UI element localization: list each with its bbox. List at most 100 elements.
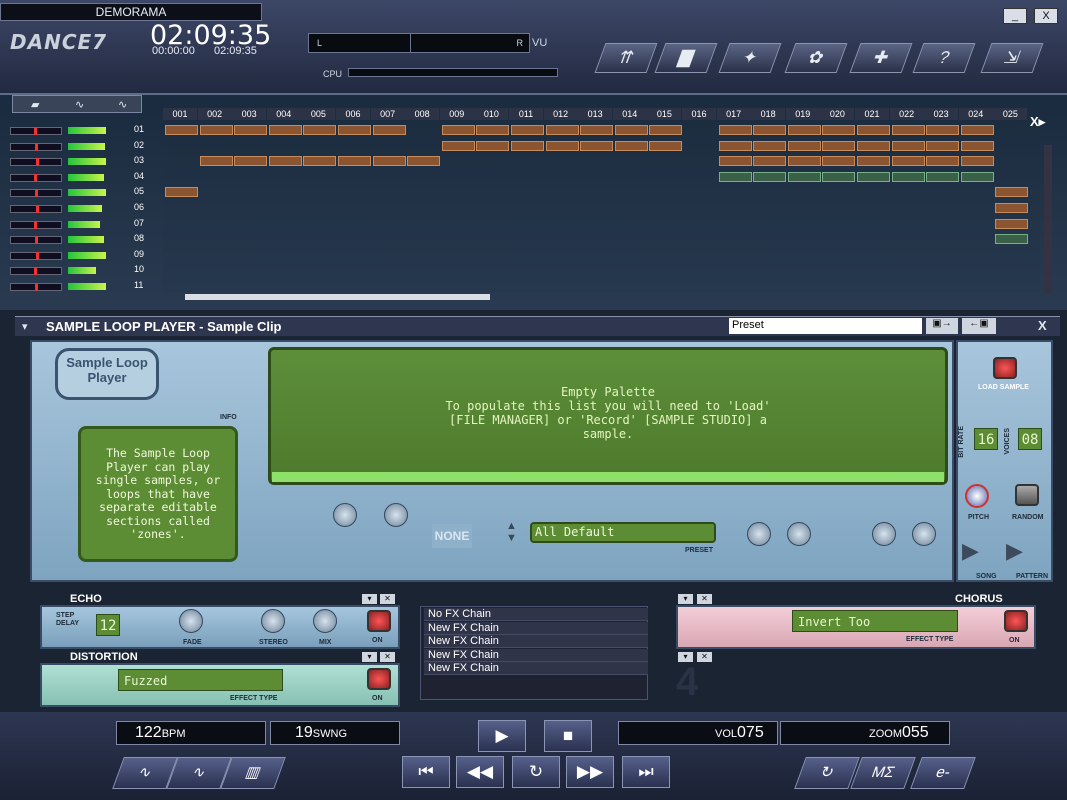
pattern-clip[interactable] (441, 125, 475, 135)
track-level[interactable] (68, 158, 106, 166)
column-header[interactable]: 014 (612, 108, 647, 120)
load-sample-button[interactable] (993, 357, 1017, 379)
column-header[interactable]: 020 (820, 108, 855, 120)
column-header[interactable]: 024 (958, 108, 993, 120)
chorus-close-icon[interactable]: ✕ (697, 594, 712, 604)
chorus-type-display[interactable]: Invert Too (792, 610, 958, 632)
track-pan-marker[interactable] (34, 220, 37, 229)
preset-stepper-icon[interactable]: ▲ ▼ (506, 520, 517, 544)
column-header[interactable]: 023 (924, 108, 959, 120)
sample-palette-screen[interactable]: Empty Palette To populate this list you … (268, 347, 948, 485)
pattern-clip[interactable] (372, 125, 406, 135)
palette-scroll-bar[interactable] (272, 472, 944, 482)
pattern-clip[interactable] (338, 125, 371, 135)
load-preset-icon[interactable]: ←▣ (962, 318, 996, 334)
pattern-clip[interactable] (857, 156, 890, 167)
track-level[interactable] (68, 236, 104, 244)
track-row[interactable]: 07 (0, 218, 160, 231)
pitch-knob[interactable] (965, 484, 989, 508)
pattern-clip[interactable] (407, 156, 441, 167)
pattern-clip[interactable] (718, 140, 752, 151)
pattern-clip[interactable] (857, 140, 890, 151)
rewind-start-button[interactable]: ⏮ (402, 756, 450, 788)
pattern-clip[interactable] (545, 140, 579, 151)
preset-lcd[interactable]: All Default (530, 522, 716, 543)
pattern-clip[interactable] (753, 140, 787, 151)
slot4-close-icon[interactable]: ✕ (697, 652, 712, 662)
column-header[interactable]: 025 (993, 108, 1028, 120)
pattern-clip[interactable] (926, 156, 960, 167)
fx-chain-item[interactable]: New FX Chain (424, 635, 648, 648)
track-pan-marker[interactable] (36, 158, 39, 167)
column-header[interactable]: 004 (266, 108, 301, 120)
column-header[interactable]: 008 (405, 108, 440, 120)
track-pan-marker[interactable] (34, 267, 37, 276)
column-header[interactable]: 013 (578, 108, 613, 120)
stereo-knob[interactable] (261, 609, 285, 633)
pattern-clip[interactable] (580, 140, 614, 151)
pattern-clip[interactable] (995, 187, 1029, 198)
pattern-clip[interactable] (614, 125, 648, 135)
track-row[interactable]: 03 (0, 155, 160, 168)
pattern-clip[interactable] (234, 156, 268, 167)
help-icon[interactable]: ? (912, 43, 976, 73)
track-pan-marker[interactable] (35, 236, 38, 245)
preset-field[interactable]: Preset (729, 318, 922, 334)
column-header[interactable]: 015 (647, 108, 682, 120)
echo-close-icon[interactable]: ✕ (380, 594, 395, 604)
volume-display[interactable]: VOL075 (618, 721, 778, 745)
column-header[interactable]: 022 (889, 108, 924, 120)
track-pan-marker[interactable] (34, 127, 37, 135)
pattern-clip[interactable] (891, 156, 925, 167)
pattern-clip[interactable] (165, 187, 198, 198)
play-button[interactable]: ▶ (478, 720, 526, 752)
pattern-clip[interactable] (718, 171, 752, 182)
folder-icon[interactable]: ▇ (654, 43, 718, 73)
column-header[interactable]: 006 (336, 108, 370, 120)
stop-button[interactable]: ■ (544, 720, 592, 752)
bpm-display[interactable]: 122BPM (116, 721, 266, 745)
pattern-clip[interactable] (268, 125, 302, 135)
pattern-clip[interactable] (822, 125, 856, 135)
note-view-icon[interactable]: ∿ (118, 98, 127, 111)
forward-button[interactable]: ▶▶ (566, 756, 614, 788)
echo-collapse-icon[interactable]: ▾ (362, 594, 377, 604)
pattern-clip[interactable] (960, 140, 994, 151)
track-pan-marker[interactable] (36, 251, 39, 260)
pattern-clip[interactable] (960, 171, 994, 182)
echo-on-button[interactable] (367, 610, 391, 632)
track-row[interactable]: 10 (0, 264, 160, 277)
column-header[interactable]: 016 (682, 108, 716, 120)
pattern-clip[interactable] (511, 140, 544, 151)
pattern-clip[interactable] (753, 171, 787, 182)
pattern-clip[interactable] (199, 156, 233, 167)
pattern-clip[interactable] (857, 171, 890, 182)
track-level[interactable] (68, 189, 106, 197)
track-pan-marker[interactable] (36, 205, 39, 213)
rewind-button[interactable]: ◀◀ (456, 756, 504, 788)
pattern-clip[interactable] (649, 140, 683, 151)
pattern-clip[interactable] (268, 156, 302, 167)
pattern-clip[interactable] (787, 171, 821, 182)
pattern-clip[interactable] (891, 140, 925, 151)
distortion-on-button[interactable] (367, 668, 391, 690)
fx-chain-item[interactable]: New FX Chain (424, 621, 648, 635)
column-header[interactable]: 018 (751, 108, 786, 120)
track-row[interactable]: 05 (0, 186, 160, 199)
column-header[interactable]: 007 (370, 108, 405, 120)
pattern-clip[interactable] (649, 125, 683, 135)
pattern-clip[interactable] (545, 125, 579, 135)
pattern-clip[interactable] (926, 125, 960, 135)
close-button[interactable]: X (1034, 8, 1058, 24)
mix-knob[interactable] (313, 609, 337, 633)
track-row[interactable]: 06 (0, 202, 160, 215)
zoom-display[interactable]: ZOOM055 (780, 721, 950, 745)
sort-icon[interactable]: ⇈ (594, 43, 658, 73)
pattern-clip[interactable] (891, 171, 925, 182)
collapse-plugin-icon[interactable]: ▾ (22, 320, 28, 333)
pattern-clip[interactable] (753, 156, 787, 167)
decay-knob[interactable] (912, 522, 936, 546)
track-pan-marker[interactable] (34, 173, 37, 182)
release-knob[interactable] (384, 503, 408, 527)
track-level[interactable] (68, 127, 106, 134)
